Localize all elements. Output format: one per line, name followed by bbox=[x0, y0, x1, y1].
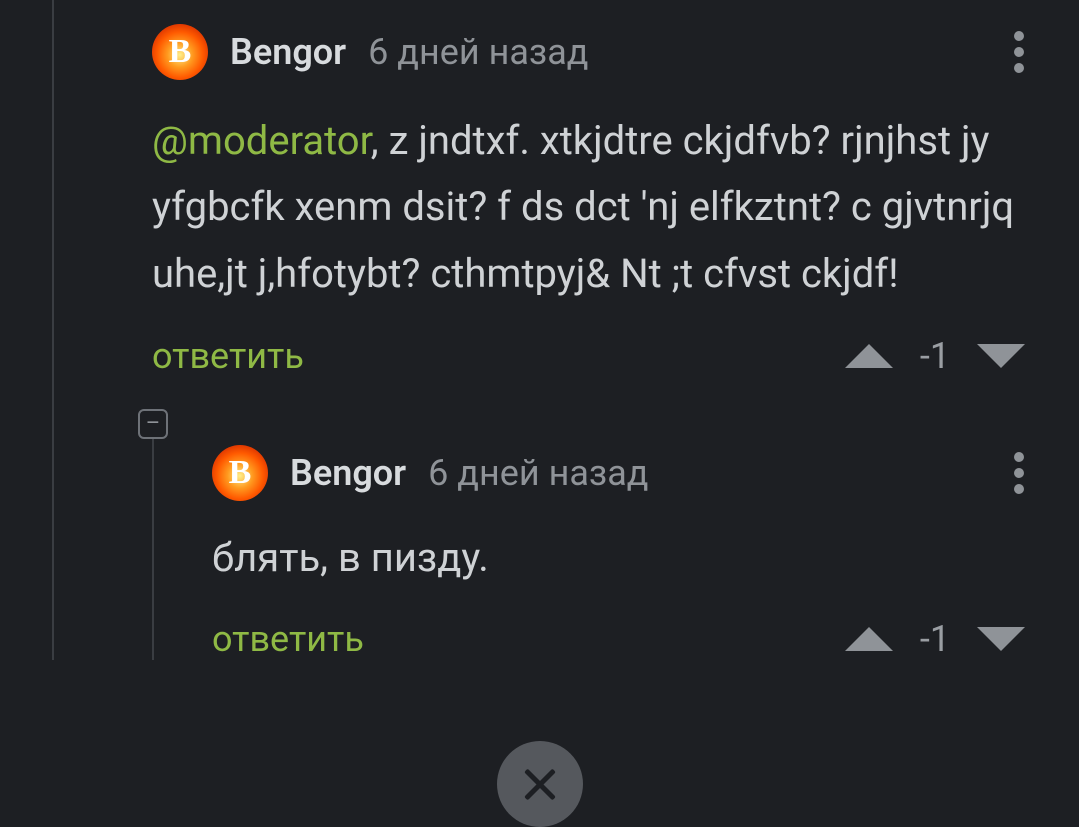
avatar[interactable]: B bbox=[212, 445, 268, 501]
vote-group: -1 bbox=[845, 618, 1039, 660]
upvote-button[interactable] bbox=[845, 344, 893, 368]
vote-score: -1 bbox=[915, 618, 955, 660]
more-options-button[interactable] bbox=[999, 443, 1039, 503]
more-vertical-icon bbox=[1013, 30, 1025, 74]
avatar[interactable]: B bbox=[152, 24, 208, 80]
comment-footer: ответить -1 bbox=[152, 335, 1039, 377]
triangle-down-icon bbox=[977, 627, 1025, 651]
comment-footer: ответить -1 bbox=[212, 618, 1039, 660]
vote-group: -1 bbox=[845, 335, 1039, 377]
comment-body: блять, в пизду. bbox=[212, 525, 1039, 591]
triangle-up-icon bbox=[845, 627, 893, 651]
vote-score: -1 bbox=[915, 335, 955, 377]
triangle-up-icon bbox=[845, 344, 893, 368]
downvote-button[interactable] bbox=[977, 627, 1025, 651]
downvote-button[interactable] bbox=[977, 344, 1025, 368]
mention-link[interactable]: @moderator bbox=[152, 117, 371, 164]
username-link[interactable]: Bengor bbox=[290, 452, 406, 494]
nested-thread: – B Bengor 6 дней назад блять, bbox=[152, 417, 1039, 659]
reply-button[interactable]: ответить bbox=[152, 335, 304, 377]
timestamp: 6 дней назад bbox=[428, 452, 648, 494]
triangle-down-icon bbox=[977, 344, 1025, 368]
collapse-toggle[interactable]: – bbox=[138, 409, 168, 439]
reply-button[interactable]: ответить bbox=[212, 618, 364, 660]
more-options-button[interactable] bbox=[999, 22, 1039, 82]
comment-text: блять, в пизду. bbox=[212, 534, 489, 581]
comment-header: B Bengor 6 дней назад bbox=[212, 443, 1039, 503]
comment-body: @moderator, z jndtxf. xtkjdtre ckjdfvb? … bbox=[152, 108, 1039, 307]
more-vertical-icon bbox=[1013, 451, 1025, 495]
close-fab[interactable] bbox=[497, 741, 583, 827]
comment-header: B Bengor 6 дней назад bbox=[152, 22, 1039, 82]
timestamp: 6 дней назад bbox=[368, 31, 588, 73]
username-link[interactable]: Bengor bbox=[230, 31, 346, 73]
upvote-button[interactable] bbox=[845, 627, 893, 651]
